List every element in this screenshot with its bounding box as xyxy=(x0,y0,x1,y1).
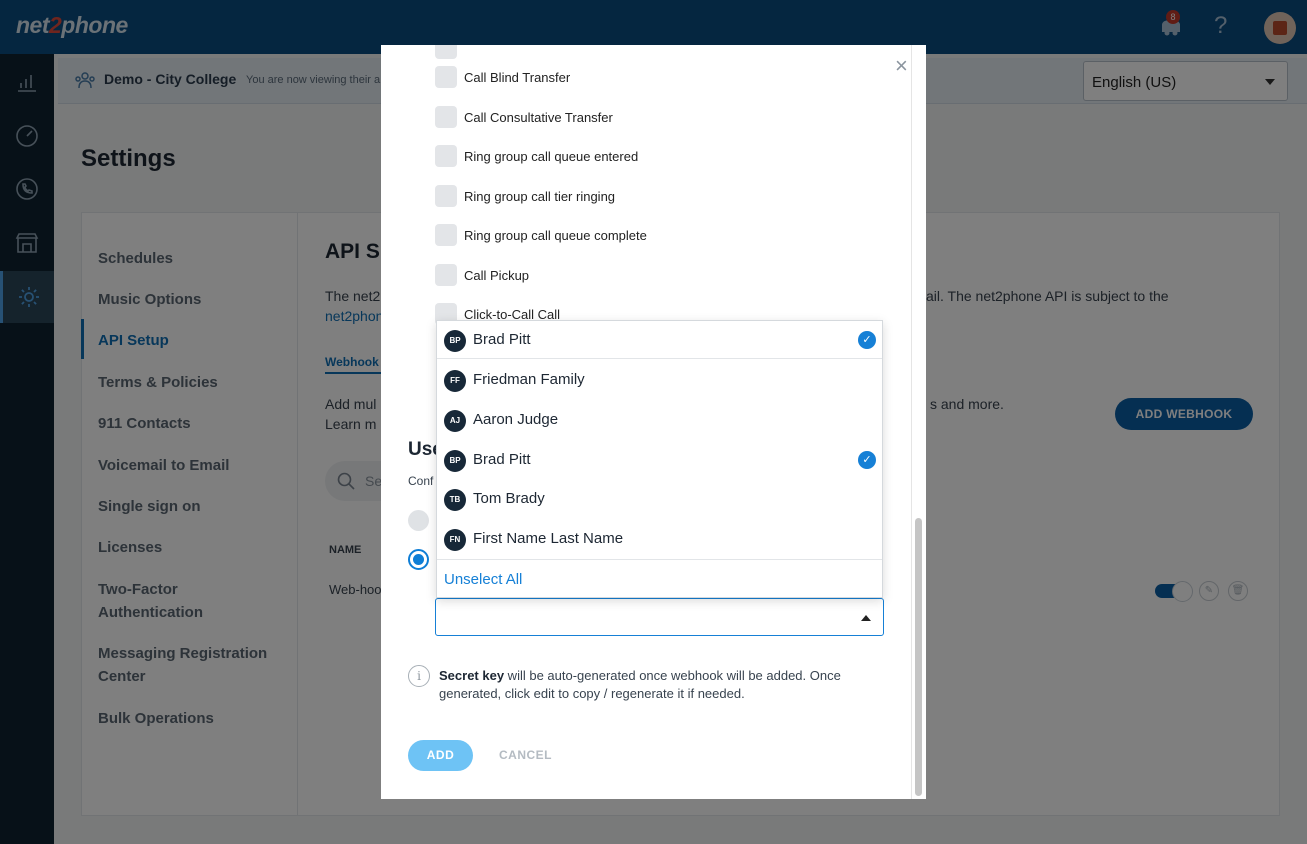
user-initials-avatar: BP xyxy=(444,330,466,352)
event-checkbox[interactable] xyxy=(435,264,457,286)
unselect-all-link[interactable]: Unselect All xyxy=(444,571,522,588)
event-label: Ring group call queue entered xyxy=(464,149,639,164)
event-checkbox[interactable] xyxy=(435,66,457,88)
user-option[interactable]: FN First Name Last Name xyxy=(437,520,882,558)
event-label: Call Pickup xyxy=(464,268,530,283)
event-checkbox[interactable] xyxy=(435,145,457,167)
event-label: Call Consultative Transfer xyxy=(464,110,613,125)
event-checkbox[interactable] xyxy=(435,224,457,246)
users-select[interactable] xyxy=(435,598,884,636)
user-initials-avatar: BP xyxy=(444,450,466,472)
event-label: Ring group call tier ringing xyxy=(464,189,616,204)
checkmark-icon: ✓ xyxy=(858,451,876,469)
close-icon[interactable]: × xyxy=(895,55,908,77)
event-checkbox[interactable] xyxy=(435,45,457,59)
add-button[interactable]: ADD xyxy=(408,740,473,771)
users-section-subtitle: Conf xyxy=(408,474,434,488)
event-checkbox[interactable] xyxy=(435,185,457,207)
user-name: Brad Pitt xyxy=(473,331,531,348)
user-option[interactable]: TB Tom Brady xyxy=(437,480,882,518)
event-label: Call Blind Transfer xyxy=(464,70,571,85)
event-checkbox[interactable] xyxy=(435,106,457,128)
user-initials-avatar: AJ xyxy=(444,410,466,432)
user-name: Aaron Judge xyxy=(473,411,559,428)
user-option[interactable]: BP Brad Pitt ✓ xyxy=(437,441,882,479)
user-name: Brad Pitt xyxy=(473,451,531,468)
user-option[interactable]: FF Friedman Family xyxy=(437,361,882,399)
dropdown-footer: Unselect All xyxy=(437,559,882,597)
specific-users-radio[interactable] xyxy=(408,549,429,570)
event-label: Ring group call queue complete xyxy=(464,228,647,243)
users-dropdown-menu: BP Brad Pitt ✓ FF Friedman Family AJ Aar… xyxy=(436,320,883,598)
cancel-button[interactable]: CANCEL xyxy=(499,748,552,762)
chevron-up-icon xyxy=(861,615,871,621)
user-name: Friedman Family xyxy=(473,371,585,388)
all-users-radio[interactable] xyxy=(408,510,429,531)
checkmark-icon: ✓ xyxy=(858,331,876,349)
user-name: Tom Brady xyxy=(473,490,545,507)
user-initials-avatar: FN xyxy=(444,529,466,551)
user-initials-avatar: TB xyxy=(444,489,466,511)
user-name: First Name Last Name xyxy=(473,530,624,547)
user-option[interactable]: AJ Aaron Judge xyxy=(437,401,882,439)
secret-key-note: Secret key will be auto-generated once w… xyxy=(439,668,841,701)
info-icon: i xyxy=(408,665,430,687)
selected-user-chip[interactable]: BP Brad Pitt ✓ xyxy=(437,321,882,359)
user-initials-avatar: FF xyxy=(444,370,466,392)
modal-scrollbar-thumb[interactable] xyxy=(915,518,922,796)
